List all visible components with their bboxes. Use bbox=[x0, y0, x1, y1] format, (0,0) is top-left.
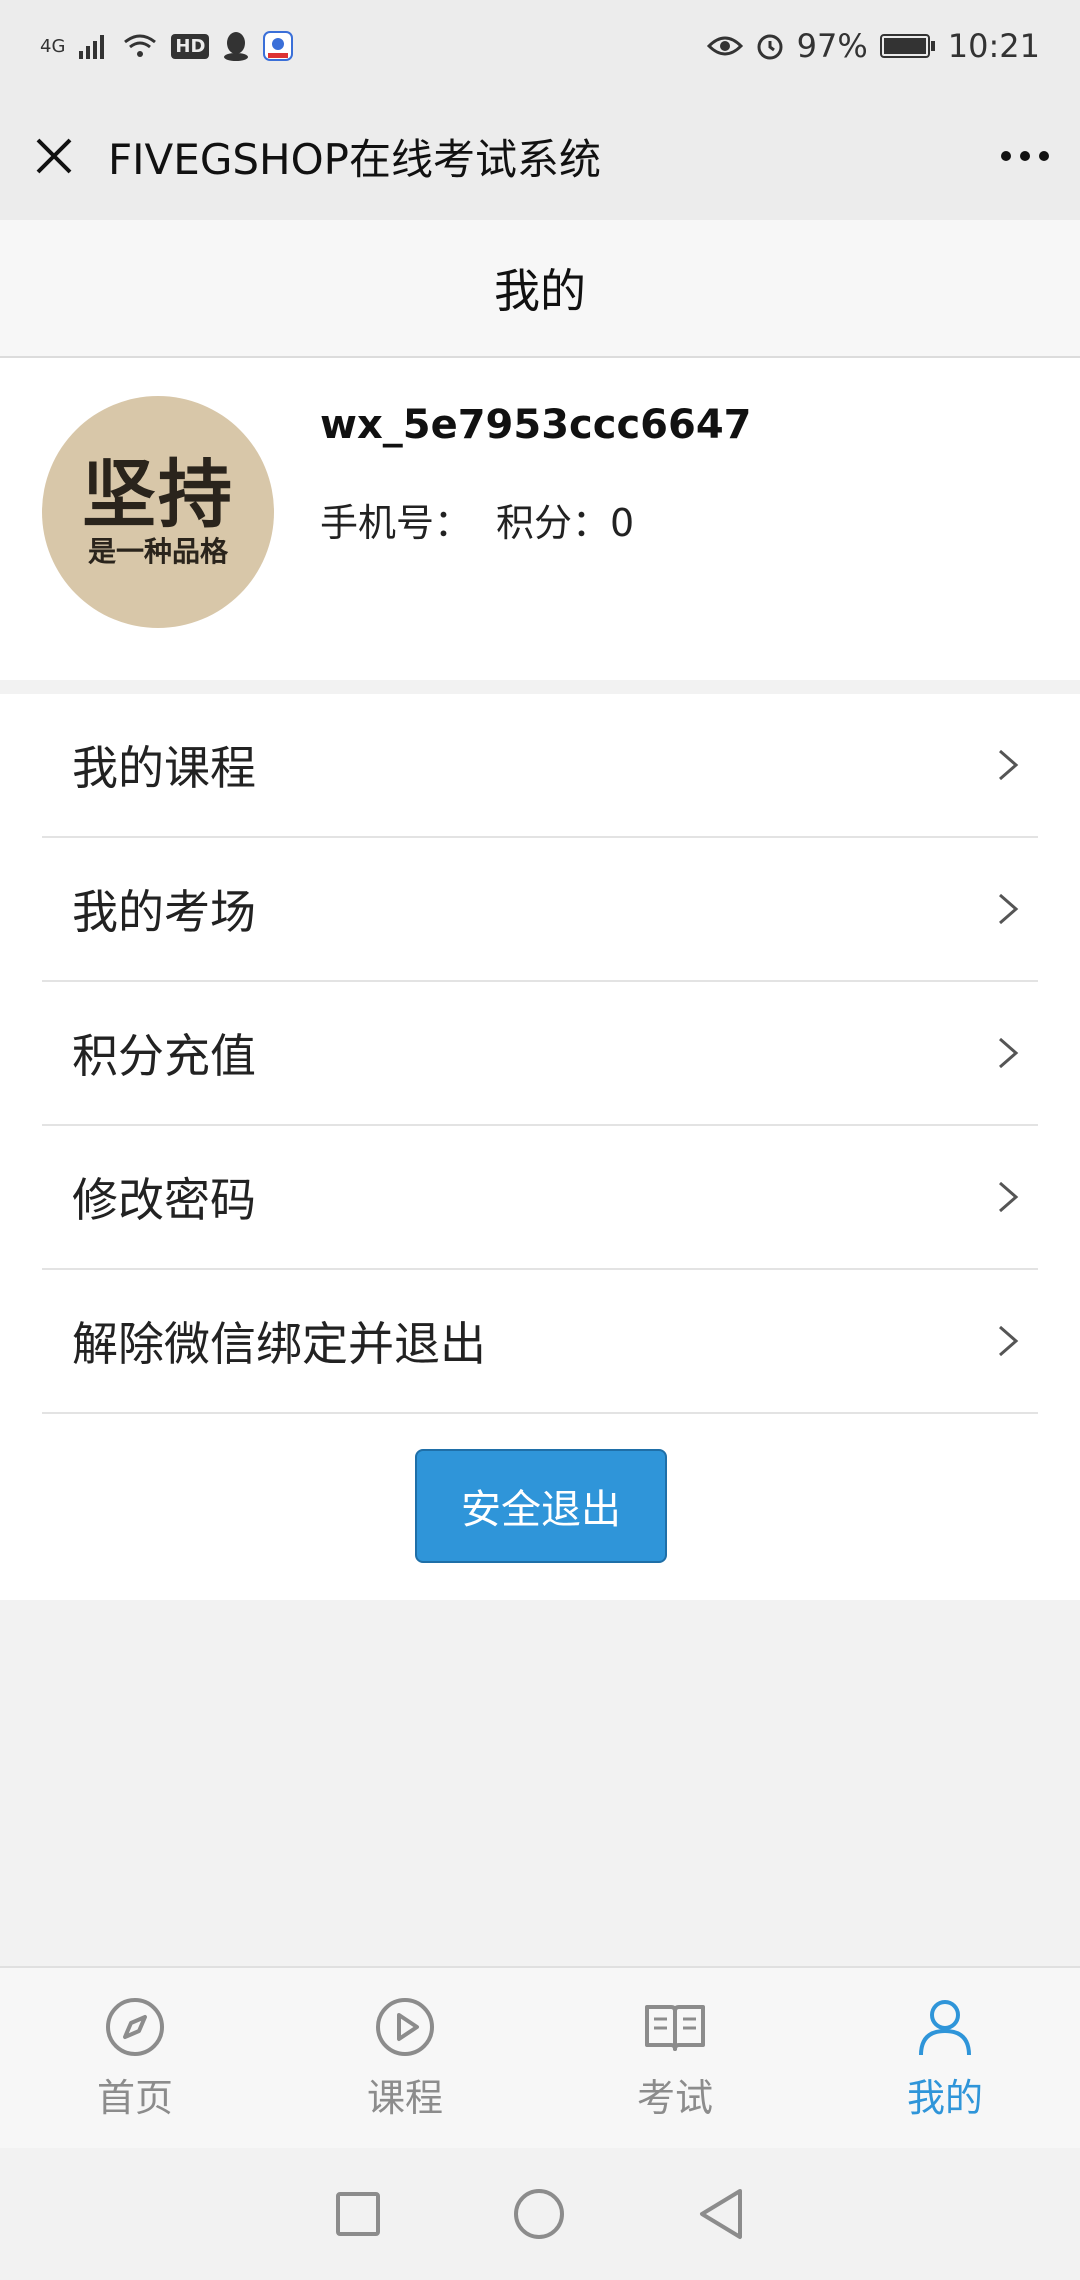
tab-courses[interactable]: 课程 bbox=[270, 1968, 540, 2148]
system-nav-bar bbox=[0, 2148, 1080, 2280]
chevron-right-icon bbox=[999, 1325, 1019, 1357]
clock-time: 10:21 bbox=[947, 27, 1040, 65]
nav-title: FIVEGSHOP在线考试系统 bbox=[108, 134, 601, 184]
qq-icon bbox=[224, 32, 249, 61]
status-bar: 4G HD 97% 10:21 bbox=[0, 0, 1080, 92]
tab-mine[interactable]: 我的 bbox=[810, 1968, 1080, 2148]
play-circle-icon bbox=[376, 1997, 434, 2056]
safe-logout-button[interactable]: 安全退出 bbox=[415, 1449, 667, 1563]
avatar-text-main: 坚持 bbox=[82, 452, 234, 538]
tab-label: 考试 bbox=[636, 2075, 713, 2120]
back-triangle-icon[interactable] bbox=[696, 2187, 746, 2241]
wifi-icon bbox=[124, 34, 157, 57]
tab-exams[interactable]: 考试 bbox=[540, 1968, 810, 2148]
network-label: 4G bbox=[40, 35, 66, 57]
hd-badge: HD bbox=[171, 33, 210, 59]
points-label: 积分：0 bbox=[496, 501, 635, 545]
status-right: 97% 10:21 bbox=[706, 27, 1040, 65]
menu-list: 我的课程 我的考场 积分充值 修改密码 解除微信绑定并退出 安全退出 bbox=[0, 694, 1080, 1600]
signal-icon bbox=[79, 35, 105, 59]
menu-item-my-courses[interactable]: 我的课程 bbox=[42, 694, 1038, 838]
menu-item-change-password[interactable]: 修改密码 bbox=[42, 1126, 1038, 1270]
battery-percent: 97% bbox=[796, 27, 868, 65]
app-nav-bar: FIVEGSHOP在线考试系统 bbox=[0, 92, 1080, 220]
chevron-right-icon bbox=[999, 749, 1019, 781]
profile-meta: 手机号： 积分：0 bbox=[320, 492, 634, 547]
compass-icon bbox=[106, 1997, 164, 2056]
menu-item-label: 我的课程 bbox=[72, 741, 256, 795]
user-icon bbox=[919, 1999, 971, 2055]
close-button[interactable] bbox=[0, 92, 108, 220]
menu-item-unbind-wechat-logout[interactable]: 解除微信绑定并退出 bbox=[42, 1270, 1038, 1414]
menu-item-points-recharge[interactable]: 积分充值 bbox=[42, 982, 1038, 1126]
more-dots-icon bbox=[1001, 151, 1049, 161]
bottom-tab-bar: 首页 课程 考试 我的 bbox=[0, 1966, 1080, 2148]
chevron-right-icon bbox=[999, 1037, 1019, 1069]
status-left: 4G HD bbox=[40, 31, 294, 61]
page-title: 我的 bbox=[0, 220, 1080, 358]
menu-item-label: 积分充值 bbox=[72, 1029, 256, 1083]
menu-item-label: 解除微信绑定并退出 bbox=[72, 1317, 486, 1371]
more-button[interactable] bbox=[970, 92, 1080, 220]
profile-card: 坚持 是一种品格 wx_5e7953ccc6647 手机号： 积分：0 bbox=[0, 358, 1080, 680]
recents-square-icon[interactable] bbox=[334, 2190, 382, 2238]
battery-icon bbox=[879, 34, 935, 58]
phone-label: 手机号： bbox=[320, 501, 473, 545]
avatar[interactable]: 坚持 是一种品格 bbox=[42, 396, 274, 628]
eye-icon bbox=[706, 36, 743, 56]
menu-item-label: 修改密码 bbox=[72, 1173, 256, 1227]
menu-item-label: 我的考场 bbox=[72, 885, 256, 939]
tab-label: 首页 bbox=[96, 2075, 173, 2120]
home-circle-icon[interactable] bbox=[512, 2187, 566, 2241]
chevron-right-icon bbox=[999, 1181, 1019, 1213]
username: wx_5e7953ccc6647 bbox=[320, 402, 752, 448]
tab-label: 课程 bbox=[366, 2075, 443, 2120]
tab-home[interactable]: 首页 bbox=[0, 1968, 270, 2148]
book-icon bbox=[645, 2004, 705, 2051]
menu-item-my-exam-rooms[interactable]: 我的考场 bbox=[42, 838, 1038, 982]
alarm-icon bbox=[757, 34, 783, 60]
tab-label: 我的 bbox=[906, 2075, 983, 2120]
chevron-right-icon bbox=[999, 893, 1019, 925]
close-icon bbox=[36, 138, 72, 174]
avatar-text-sub: 是一种品格 bbox=[87, 535, 228, 568]
baidu-app-icon bbox=[263, 31, 294, 61]
